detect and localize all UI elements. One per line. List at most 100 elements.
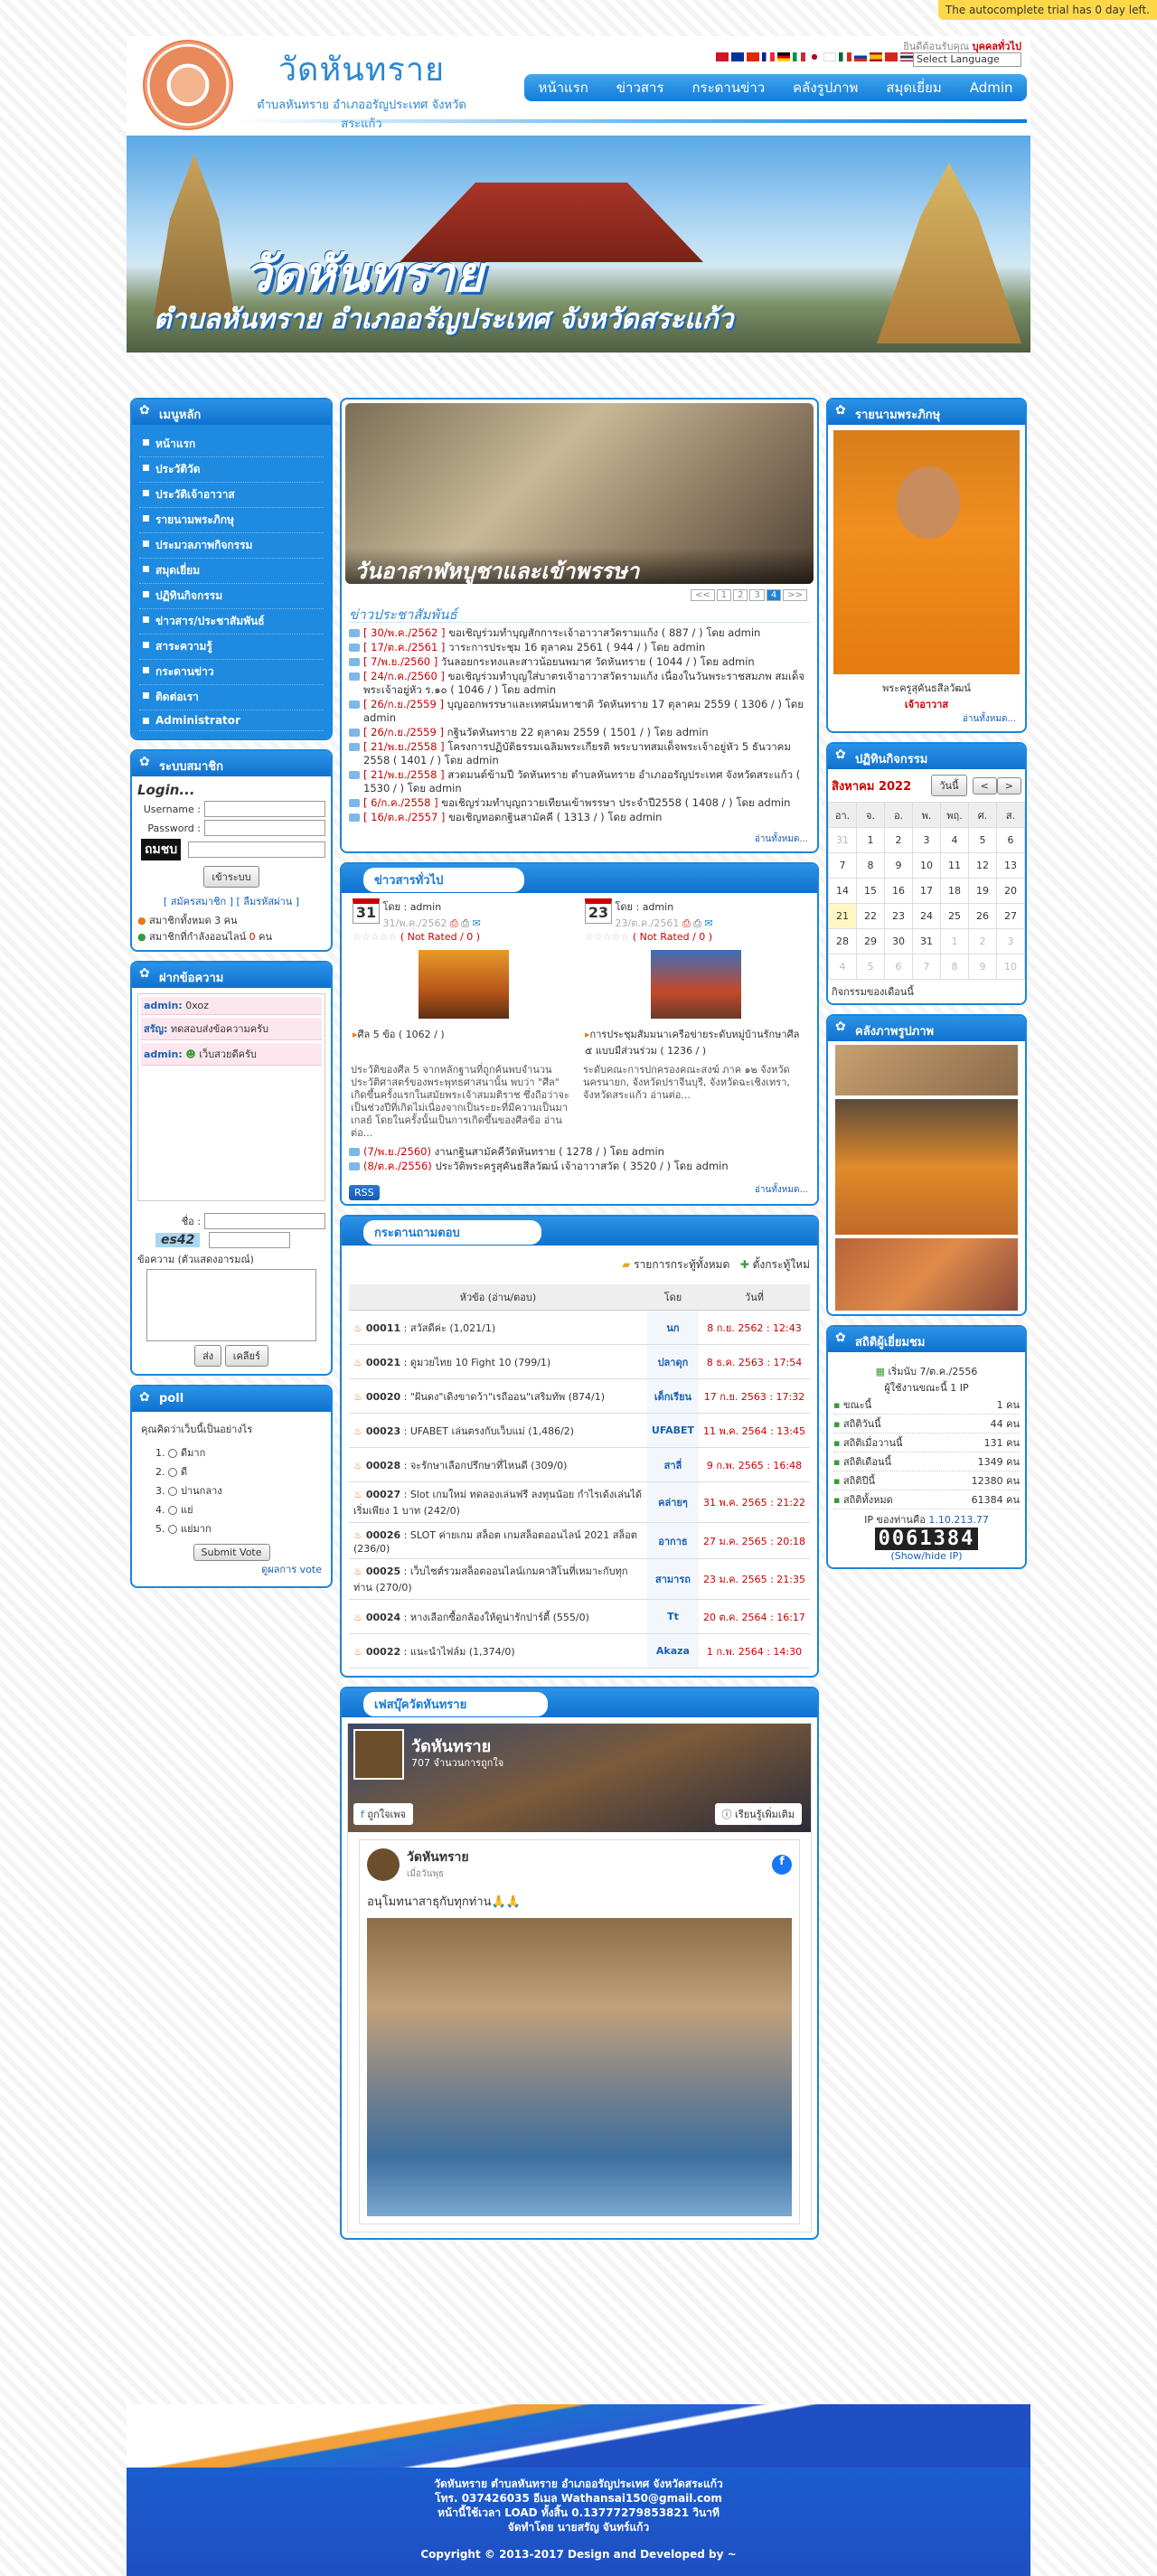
news-item[interactable]: [ 21/พ.ย./2558 ] โครงการปฏิบัติธรรมเฉลิม… (349, 740, 810, 767)
news-item[interactable]: [ 26/ก.ย./2559 ] กฐินวัดหันทราย 22 ตุลาค… (349, 726, 810, 739)
news-item[interactable]: [ 16/ต.ค./2557 ] ขอเชิญทอดกฐินสามัคคี ( … (349, 811, 810, 824)
general-more-link[interactable]: อ่านทั้งหมด... (755, 1183, 817, 1202)
gallery-thumb[interactable] (835, 1238, 1018, 1311)
news-item[interactable]: [ 17/ต.ค./2561 ] วาระการประชุม 16 ตุลาคม… (349, 641, 810, 654)
star-rating-icon[interactable]: ☆☆☆☆☆ (585, 931, 629, 943)
news-item[interactable]: [ 6/ก.ค./2558 ] ขอเชิญร่วมทำบุญถวายเทียน… (349, 796, 810, 810)
flag-icon[interactable] (839, 52, 851, 61)
board-row[interactable]: ♨ 00026 : SLOT ค่ายเกม สล็อต เกมสล็อตออนไ… (349, 1522, 810, 1559)
article-thumbnail[interactable] (418, 950, 509, 1019)
menu-item[interactable]: ข่าวสาร/ประชาสัมพันธ์ (139, 609, 324, 635)
vote-button[interactable]: Submit Vote (193, 1544, 270, 1561)
fb-learn-button[interactable]: ⓘ เรียนรู้เพิ่มเติม (714, 1803, 802, 1825)
board-author[interactable]: นก (646, 1310, 699, 1345)
password-input[interactable] (204, 820, 325, 836)
board-author[interactable]: เด็กเรียน (646, 1378, 699, 1414)
calendar-day[interactable]: 26 (968, 903, 997, 929)
calendar-day[interactable]: 13 (996, 852, 1025, 879)
calendar-day[interactable]: 28 (828, 928, 857, 954)
menu-item[interactable]: Administrator (139, 710, 324, 731)
calendar-day[interactable]: 7 (828, 852, 857, 879)
poll-radio[interactable] (168, 1506, 177, 1515)
nav-news[interactable]: ข่าวสาร (616, 77, 664, 99)
flag-icon[interactable] (900, 52, 913, 61)
board-author[interactable]: สาลี่ (646, 1447, 699, 1482)
poll-radio[interactable] (168, 1525, 177, 1534)
login-button[interactable]: เข้าระบบ (203, 866, 259, 888)
flag-icon[interactable] (777, 52, 790, 61)
board-author[interactable]: Akaza (646, 1633, 699, 1669)
calendar-day[interactable]: 6 (996, 827, 1025, 853)
flag-icon[interactable] (854, 52, 867, 61)
menu-item[interactable]: สาระความรู้ (139, 635, 324, 660)
board-row[interactable]: ♨ 00023 : UFABET เล่นตรงกับเว็บแม่ (1,486… (349, 1413, 810, 1448)
flag-icon[interactable] (716, 52, 729, 61)
show-ip-link[interactable]: (Show/hide IP) (833, 1550, 1020, 1562)
board-topic[interactable]: ♨ 00028 : จะรักษาเลือกปรึกษาที่ไหนดี (309… (349, 1447, 647, 1482)
clear-button[interactable]: เคลียร์ (224, 1345, 268, 1367)
calendar-day[interactable]: 18 (940, 878, 969, 904)
shout-message-input[interactable] (146, 1269, 316, 1341)
calendar-day[interactable]: 1 (856, 827, 885, 853)
news-item[interactable]: [ 24/ก.ค./2560 ] ขอเชิญร่วมทำบุญใส่บาตรเ… (349, 670, 810, 697)
calendar-day[interactable]: 29 (856, 928, 885, 954)
menu-item[interactable]: ประวัติเจ้าอาวาส (139, 483, 324, 508)
board-topic[interactable]: ♨ 00020 : "ฝันดง"เดิงขาดว้า"เรถีออน"เสริม… (349, 1378, 647, 1414)
board-author[interactable]: อากาธ (646, 1522, 699, 1559)
board-row[interactable]: ♨ 00024 : หางเลือกซื้อกล้องให้ดูน่ารักปาร… (349, 1599, 810, 1634)
calendar-day[interactable]: 20 (996, 878, 1025, 904)
board-row[interactable]: ♨ 00020 : "ฝันดง"เดิงขาดว้า"เรถีออน"เสริม… (349, 1378, 810, 1414)
calendar-day[interactable]: 11 (940, 852, 969, 879)
calendar-day[interactable]: 8 (856, 852, 885, 879)
menu-item[interactable]: ปฏิทินกิจกรรม (139, 584, 324, 609)
poll-radio[interactable] (168, 1468, 177, 1477)
shout-list[interactable]: admin: 0xoz สรัญ: ทดสอบส่งข้อความครับ ad… (137, 993, 325, 1201)
calendar-day[interactable]: 31 (828, 827, 857, 853)
nav-gallery[interactable]: คลังรูปภาพ (793, 77, 858, 99)
calendar-day[interactable]: 12 (968, 852, 997, 879)
captcha-input[interactable] (188, 841, 325, 858)
pager-page[interactable]: 1 (716, 589, 732, 601)
menu-item[interactable]: กระดานข่าว (139, 660, 324, 685)
menu-item[interactable]: ประมวลภาพกิจกรรม (139, 533, 324, 559)
board-author[interactable]: สามารถ (646, 1558, 699, 1600)
slideshow-image[interactable]: วันอาสาฬหบูชาและเข้าพรรษา (345, 403, 814, 584)
rss-button[interactable]: RSS (349, 1185, 380, 1200)
calendar-day[interactable]: 10 (996, 954, 1025, 980)
next-month-button[interactable]: > (996, 776, 1021, 794)
menu-item[interactable]: สมุดเยี่ยม (139, 559, 324, 584)
flag-icon[interactable] (870, 52, 882, 61)
nav-home[interactable]: หน้าแรก (538, 77, 588, 99)
calendar-day[interactable]: 8 (940, 954, 969, 980)
news-more-link[interactable]: อ่านทั้งหมด... (342, 832, 817, 851)
menu-item[interactable]: ประวัติวัด (139, 457, 324, 483)
flag-icon[interactable] (823, 52, 836, 61)
board-author[interactable]: Tt (646, 1599, 699, 1634)
calendar-day[interactable]: 1 (940, 928, 969, 954)
board-author[interactable]: ปลาดุก (646, 1344, 699, 1379)
flag-icon[interactable] (793, 52, 805, 61)
print-icon[interactable]: ⎙ (693, 917, 701, 929)
calendar-day[interactable]: 6 (884, 954, 913, 980)
calendar-day[interactable]: 3 (996, 928, 1025, 954)
calendar-day[interactable]: 2 (968, 928, 997, 954)
username-input[interactable] (204, 801, 325, 817)
fb-post-photo[interactable] (367, 1918, 792, 2216)
calendar-day[interactable]: 5 (856, 954, 885, 980)
send-button[interactable]: ส่ง (194, 1345, 222, 1367)
calendar-day[interactable]: 9 (884, 852, 913, 879)
calendar-day[interactable]: 3 (912, 827, 941, 853)
board-row[interactable]: ♨ 00027 : Slot เกมใหม่ ทดลองเล่นฟรี ลงทุน… (349, 1481, 810, 1523)
pdf-icon[interactable]: ⎙ (450, 917, 458, 929)
board-author[interactable]: UFABET (646, 1413, 699, 1448)
menu-item[interactable]: ติดต่อเรา (139, 685, 324, 710)
poll-radio[interactable] (168, 1449, 177, 1458)
calendar-day[interactable]: 7 (912, 954, 941, 980)
calendar-day[interactable]: 21 (828, 903, 857, 929)
calendar-day[interactable]: 10 (912, 852, 941, 879)
calendar-day[interactable]: 16 (884, 878, 913, 904)
board-topic[interactable]: ♨ 00011 : สวัสดีค่ะ (1,021/1) (349, 1310, 647, 1345)
board-topic[interactable]: ♨ 00025 : เว็บไซต์รวมสล็อตออนไลน์เกมคาสิโ… (349, 1558, 647, 1600)
poll-results-link[interactable]: ดูผลการ vote (141, 1561, 322, 1577)
pager-page-active[interactable]: 4 (766, 589, 782, 601)
